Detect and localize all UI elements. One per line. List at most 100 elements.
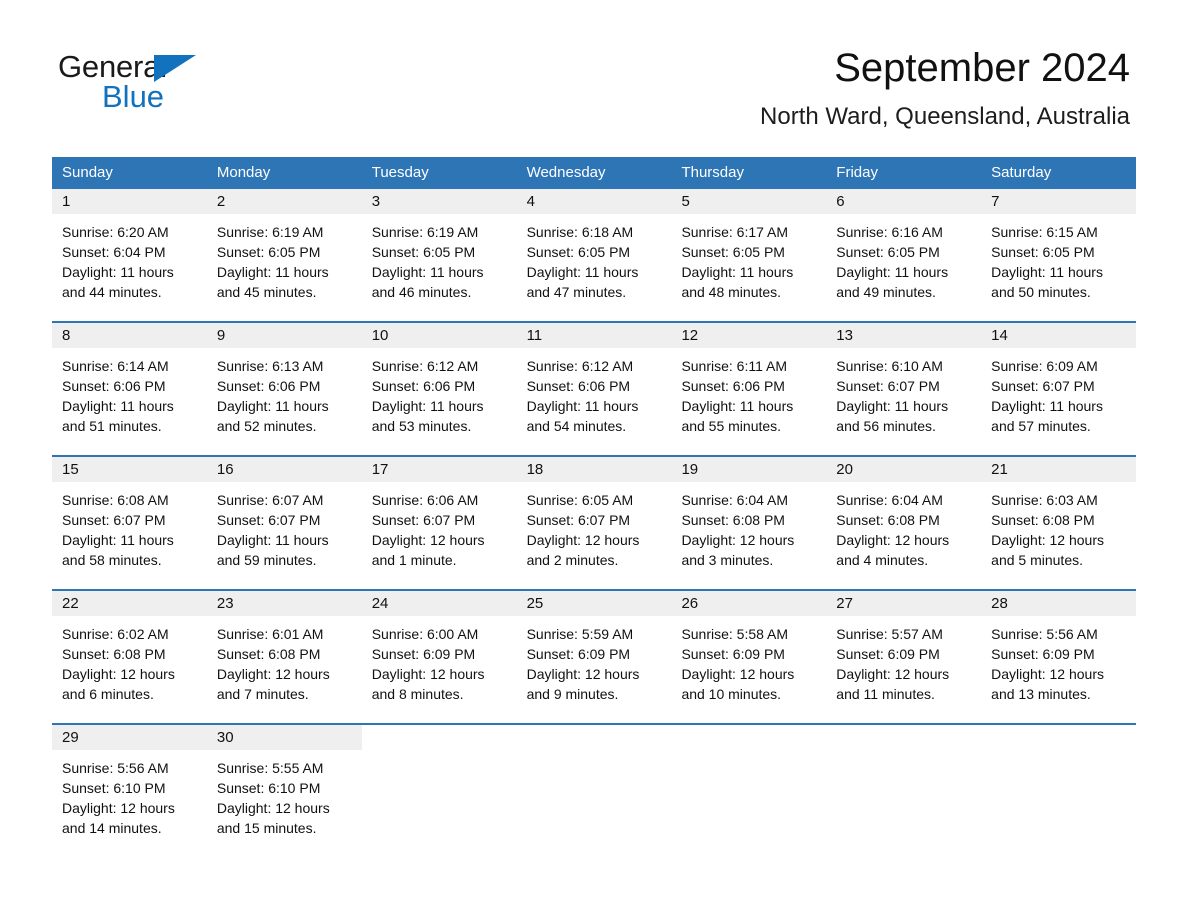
day-sunset-text: Sunset: 6:06 PM	[371, 378, 476, 394]
calendar-day-cell[interactable]: 17 Sunrise: 6:06 AM Sunset: 6:07 PM Dayligh…	[361, 457, 517, 580]
day-daylight-line1-text: Daylight: 11 hours	[681, 398, 794, 414]
day-daylight-line1-text: Daylight: 11 hours	[836, 264, 949, 280]
calendar-day-cell[interactable]: 15 Sunrise: 6:08 AM Sunset: 6:07 PM Dayligh…	[52, 457, 207, 580]
day-number: 7	[981, 189, 1137, 214]
day-daylight-line2-text: and 6 minutes.	[62, 686, 154, 702]
blue-triangle-icon	[154, 55, 196, 82]
calendar-day-cell[interactable]: 12 Sunrise: 6:11 AM Sunset: 6:06 PM Dayligh…	[671, 323, 827, 446]
day-details: Sunrise: 6:06 AM Sunset: 6:07 PM Daylight:…	[362, 482, 517, 580]
day-number: 9	[206, 323, 362, 348]
day-daylight-line2-text: and 56 minutes.	[836, 418, 936, 434]
weekday-header-row: Sunday Monday Tuesday Wednesday Thursday Frid…	[52, 157, 1136, 189]
calendar-day-cell[interactable]: 20 Sunrise: 6:04 AM Sunset: 6:08 PM Dayligh…	[826, 457, 982, 580]
day-details: Sunrise: 6:11 AM Sunset: 6:06 PM Daylight:…	[671, 348, 826, 446]
day-daylight-line2-text: and 53 minutes.	[371, 418, 472, 434]
day-sunset-text: Sunset: 6:08 PM	[681, 512, 785, 528]
calendar-day-cell[interactable]: 5 Sunrise: 6:17 AM Sunset: 6:05 PM Daylight…	[671, 189, 827, 312]
day-sunset-text: Sunset: 6:07 PM	[991, 378, 1095, 394]
weekday-header-monday: Monday	[216, 164, 271, 181]
day-sunrise-text: Sunrise: 6:00 AM	[371, 626, 479, 642]
calendar-day-cell[interactable]: 26 Sunrise: 5:58 AM Sunset: 6:09 PM Dayligh…	[671, 591, 827, 714]
calendar-day-cell[interactable]: 1 Sunrise: 6:20 AM Sunset: 6:04 PM Daylight…	[52, 189, 207, 312]
calendar-cell-empty	[517, 725, 672, 848]
day-daylight-line1-text: Daylight: 12 hours	[526, 666, 640, 682]
day-details: Sunrise: 6:16 AM Sunset: 6:05 PM Daylight:…	[826, 214, 981, 312]
calendar-weeks: 1 Sunrise: 6:20 AM Sunset: 6:04 PM Daylight…	[52, 189, 1137, 848]
calendar-day-cell[interactable]: 30 Sunrise: 5:55 AM Sunset: 6:10 PM Dayligh…	[206, 725, 362, 848]
day-number: 13	[826, 323, 982, 348]
day-details: Sunrise: 5:58 AM Sunset: 6:09 PM Daylight:…	[671, 616, 826, 714]
day-daylight-line2-text: and 13 minutes.	[991, 686, 1091, 702]
day-sunset-text: Sunset: 6:05 PM	[216, 244, 321, 260]
day-daylight-line2-text: and 8 minutes.	[371, 686, 464, 702]
day-sunrise-text: Sunrise: 6:06 AM	[371, 492, 479, 508]
calendar-day-cell[interactable]: 23 Sunrise: 6:01 AM Sunset: 6:08 PM Dayligh…	[206, 591, 362, 714]
calendar-day-cell[interactable]: 8 Sunrise: 6:14 AM Sunset: 6:06 PM Daylight…	[52, 323, 207, 446]
day-daylight-line1-text: Daylight: 11 hours	[526, 264, 639, 280]
calendar-day-cell[interactable]: 19 Sunrise: 6:04 AM Sunset: 6:08 PM Dayligh…	[671, 457, 827, 580]
calendar-day-cell[interactable]: 28 Sunrise: 5:56 AM Sunset: 6:09 PM Dayligh…	[981, 591, 1137, 714]
calendar-day-cell[interactable]: 11 Sunrise: 6:12 AM Sunset: 6:06 PM Dayligh…	[516, 323, 672, 446]
day-details: Sunrise: 5:56 AM Sunset: 6:10 PM Daylight:…	[52, 750, 207, 848]
day-daylight-line1-text: Daylight: 11 hours	[836, 398, 949, 414]
calendar-day-cell[interactable]: 25 Sunrise: 5:59 AM Sunset: 6:09 PM Dayligh…	[516, 591, 672, 714]
calendar-day-cell[interactable]: 7 Sunrise: 6:15 AM Sunset: 6:05 PM Daylight…	[981, 189, 1137, 312]
day-sunset-text: Sunset: 6:09 PM	[991, 646, 1095, 662]
day-details: Sunrise: 5:57 AM Sunset: 6:09 PM Daylight:…	[826, 616, 981, 714]
day-number: 16	[206, 457, 362, 482]
general-blue-logo[interactable]: General Blue	[58, 50, 358, 120]
calendar-grid: Sunday Monday Tuesday Wednesday Thursday Frid…	[52, 157, 1137, 848]
calendar-day-cell[interactable]: 9 Sunrise: 6:13 AM Sunset: 6:06 PM Daylight…	[206, 323, 362, 446]
day-sunrise-text: Sunrise: 6:14 AM	[62, 358, 169, 374]
calendar-day-cell[interactable]: 2 Sunrise: 6:19 AM Sunset: 6:05 PM Daylight…	[206, 189, 362, 312]
weekday-header-wednesday: Wednesday	[526, 164, 606, 181]
calendar-day-cell[interactable]: 24 Sunrise: 6:00 AM Sunset: 6:09 PM Dayligh…	[361, 591, 517, 714]
calendar-day-cell[interactable]: 6 Sunrise: 6:16 AM Sunset: 6:05 PM Daylight…	[826, 189, 982, 312]
day-number: 3	[361, 189, 517, 214]
day-number: 8	[52, 323, 207, 348]
day-sunset-text: Sunset: 6:05 PM	[371, 244, 476, 260]
calendar-day-cell[interactable]: 21 Sunrise: 6:03 AM Sunset: 6:08 PM Dayligh…	[981, 457, 1137, 580]
calendar-day-cell[interactable]: 3 Sunrise: 6:19 AM Sunset: 6:05 PM Daylight…	[361, 189, 517, 312]
day-daylight-line1-text: Daylight: 11 hours	[216, 398, 329, 414]
day-details: Sunrise: 6:12 AM Sunset: 6:06 PM Daylight:…	[362, 348, 517, 446]
day-daylight-line2-text: and 44 minutes.	[62, 284, 162, 300]
day-sunset-text: Sunset: 6:07 PM	[371, 512, 476, 528]
calendar-day-cell[interactable]: 22 Sunrise: 6:02 AM Sunset: 6:08 PM Dayligh…	[52, 591, 207, 714]
day-number: 10	[361, 323, 517, 348]
day-sunrise-text: Sunrise: 6:10 AM	[836, 358, 943, 374]
day-sunset-text: Sunset: 6:09 PM	[681, 646, 785, 662]
day-sunset-text: Sunset: 6:05 PM	[991, 244, 1095, 260]
day-number: 14	[981, 323, 1137, 348]
day-sunrise-text: Sunrise: 6:19 AM	[216, 224, 324, 240]
calendar-day-cell[interactable]: 29 Sunrise: 5:56 AM Sunset: 6:10 PM Dayligh…	[52, 725, 207, 848]
day-sunrise-text: Sunrise: 5:56 AM	[991, 626, 1098, 642]
day-number: 24	[361, 591, 517, 616]
calendar-day-cell[interactable]: 14 Sunrise: 6:09 AM Sunset: 6:07 PM Dayligh…	[981, 323, 1137, 446]
day-daylight-line1-text: Daylight: 11 hours	[681, 264, 794, 280]
calendar-day-cell[interactable]: 10 Sunrise: 6:12 AM Sunset: 6:06 PM Dayligh…	[361, 323, 517, 446]
calendar-day-cell[interactable]: 27 Sunrise: 5:57 AM Sunset: 6:09 PM Dayligh…	[826, 591, 982, 714]
day-details: Sunrise: 6:01 AM Sunset: 6:08 PM Daylight:…	[207, 616, 362, 714]
weekday-header-tuesday: Tuesday	[371, 164, 429, 181]
day-details: Sunrise: 6:14 AM Sunset: 6:06 PM Daylight:…	[52, 348, 207, 446]
day-details: Sunrise: 5:55 AM Sunset: 6:10 PM Daylight:…	[207, 750, 362, 848]
calendar-day-cell[interactable]: 18 Sunrise: 6:05 AM Sunset: 6:07 PM Dayligh…	[516, 457, 672, 580]
day-sunset-text: Sunset: 6:06 PM	[526, 378, 631, 394]
calendar-day-cell[interactable]: 4 Sunrise: 6:18 AM Sunset: 6:05 PM Daylight…	[516, 189, 672, 312]
day-sunset-text: Sunset: 6:08 PM	[62, 646, 166, 662]
day-sunrise-text: Sunrise: 6:15 AM	[991, 224, 1098, 240]
day-daylight-line2-text: and 7 minutes.	[216, 686, 309, 702]
day-number: 1	[52, 189, 207, 214]
calendar-day-cell[interactable]: 16 Sunrise: 6:07 AM Sunset: 6:07 PM Dayligh…	[206, 457, 362, 580]
day-daylight-line2-text: and 15 minutes.	[216, 820, 317, 836]
day-daylight-line1-text: Daylight: 11 hours	[216, 264, 329, 280]
day-daylight-line1-text: Daylight: 11 hours	[62, 398, 174, 414]
day-daylight-line2-text: and 57 minutes.	[991, 418, 1091, 434]
day-sunrise-text: Sunrise: 6:20 AM	[62, 224, 169, 240]
day-sunrise-text: Sunrise: 6:12 AM	[526, 358, 634, 374]
calendar-day-cell[interactable]: 13 Sunrise: 6:10 AM Sunset: 6:07 PM Dayligh…	[826, 323, 982, 446]
day-sunset-text: Sunset: 6:10 PM	[62, 780, 166, 796]
day-sunrise-text: Sunrise: 5:59 AM	[526, 626, 634, 642]
day-number: 4	[516, 189, 672, 214]
